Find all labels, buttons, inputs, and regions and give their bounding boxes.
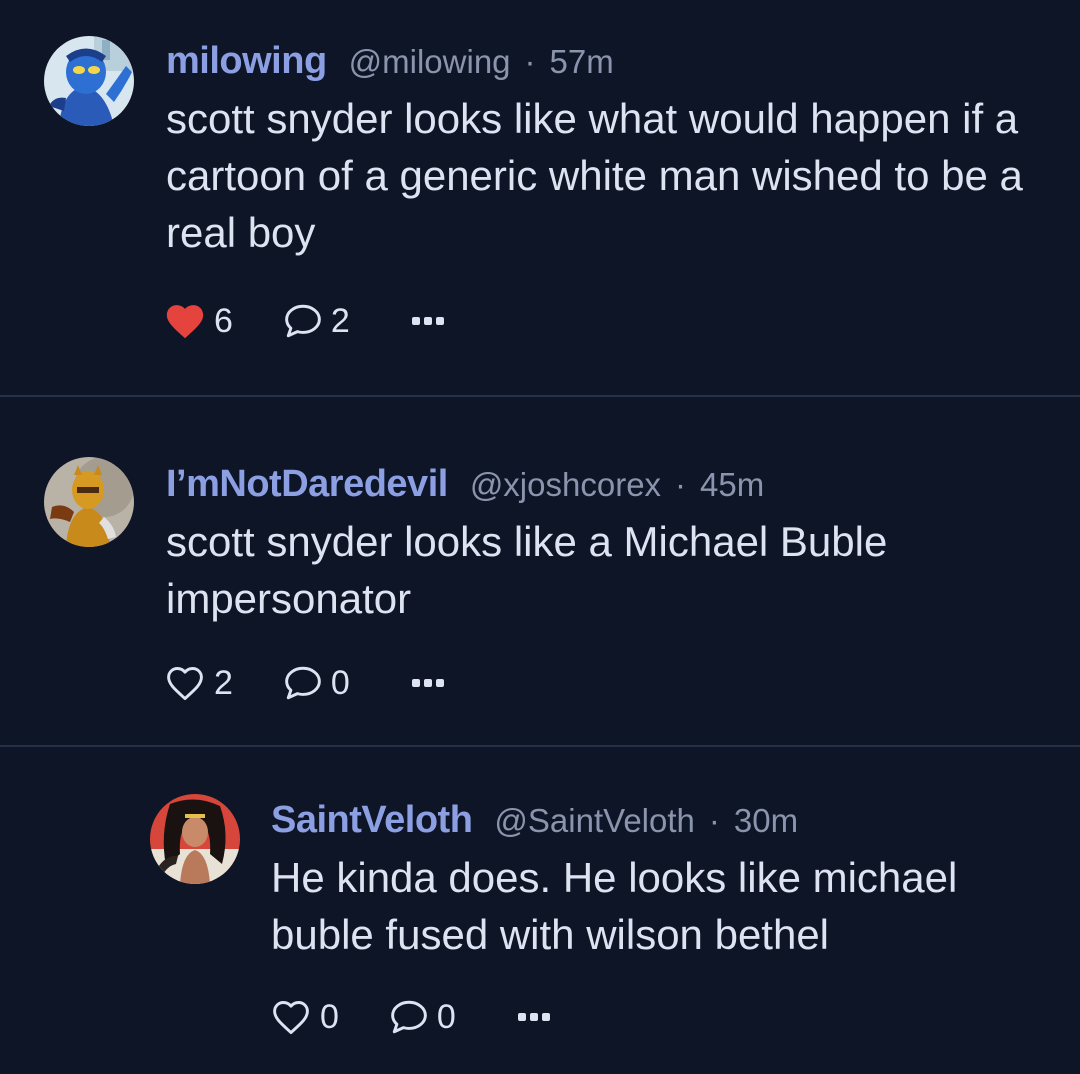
post: milowing @milowing · 57m scott snyder lo… xyxy=(0,0,1080,396)
heart-outline-icon xyxy=(167,667,203,701)
wonder-woman-avatar-icon xyxy=(150,794,240,884)
reply-count: 0 xyxy=(436,997,456,1036)
more-dot-icon xyxy=(423,317,432,325)
avatar[interactable] xyxy=(44,36,134,126)
avatar[interactable] xyxy=(150,794,240,884)
timestamp: 57m xyxy=(549,43,614,80)
post-text: scott snyder looks like a Michael Buble … xyxy=(166,518,888,622)
like-count: 0 xyxy=(320,997,339,1036)
display-name[interactable]: I’mNotDaredevil xyxy=(166,463,448,506)
post-text: scott snyder looks like what would happe… xyxy=(166,95,1023,256)
avatar[interactable] xyxy=(44,457,134,547)
more-dot-icon xyxy=(435,317,444,325)
timestamp: 45m xyxy=(700,466,765,503)
like-count: 2 xyxy=(214,663,233,702)
reply-count: 2 xyxy=(330,301,350,340)
more-dot-icon xyxy=(435,679,444,687)
post-actions: 2 0 xyxy=(164,661,444,705)
post-actions: 6 2 xyxy=(164,299,444,343)
more-dot-icon xyxy=(411,679,420,687)
more-dot-icon xyxy=(517,1013,526,1021)
reply-button[interactable]: 2 xyxy=(283,302,350,341)
more-options-button[interactable] xyxy=(411,679,444,687)
heart-filled-icon xyxy=(166,305,204,339)
post-actions: 0 0 xyxy=(270,995,550,1039)
reply-count: 0 xyxy=(330,663,350,702)
separator-dot: · xyxy=(708,802,720,839)
display-name[interactable]: SaintVeloth xyxy=(271,799,473,842)
user-handle[interactable]: @milowing xyxy=(349,43,511,81)
more-dot-icon xyxy=(423,679,432,687)
display-name[interactable]: milowing xyxy=(166,40,327,83)
reply-button[interactable]: 0 xyxy=(389,998,456,1037)
post-text: He kinda does. He looks like michael bub… xyxy=(271,854,958,958)
post: I’mNotDaredevil @xjoshcorex · 45m scott … xyxy=(0,397,1080,746)
like-button[interactable]: 0 xyxy=(270,998,339,1037)
daredevil-avatar-icon xyxy=(44,457,134,547)
like-button[interactable]: 2 xyxy=(164,664,233,703)
more-options-button[interactable] xyxy=(517,1013,550,1021)
comment-icon xyxy=(285,304,321,338)
separator-dot: · xyxy=(675,466,687,503)
more-options-button[interactable] xyxy=(411,317,444,325)
reply-button[interactable]: 0 xyxy=(283,664,350,703)
timestamp: 30m xyxy=(733,802,799,839)
user-handle[interactable]: @xjoshcorex xyxy=(470,466,661,504)
comment-icon xyxy=(391,1000,427,1034)
post-header: I’mNotDaredevil @xjoshcorex · 45m xyxy=(166,463,1040,511)
post-header: milowing @milowing · 57m xyxy=(166,40,1040,88)
reply-post: SaintVeloth @SaintVeloth · 30m He kinda … xyxy=(0,747,1080,1074)
separator-dot: · xyxy=(524,43,536,80)
more-dot-icon xyxy=(411,317,420,325)
user-handle[interactable]: @SaintVeloth xyxy=(494,802,694,840)
post-header: SaintVeloth @SaintVeloth · 30m xyxy=(271,799,1040,847)
comment-icon xyxy=(285,666,321,700)
like-button[interactable]: 6 xyxy=(164,302,233,341)
heart-outline-icon xyxy=(273,1001,309,1035)
blue-beetle-avatar-icon xyxy=(44,36,134,126)
like-count: 6 xyxy=(214,301,233,340)
more-dot-icon xyxy=(529,1013,538,1021)
more-dot-icon xyxy=(541,1013,550,1021)
